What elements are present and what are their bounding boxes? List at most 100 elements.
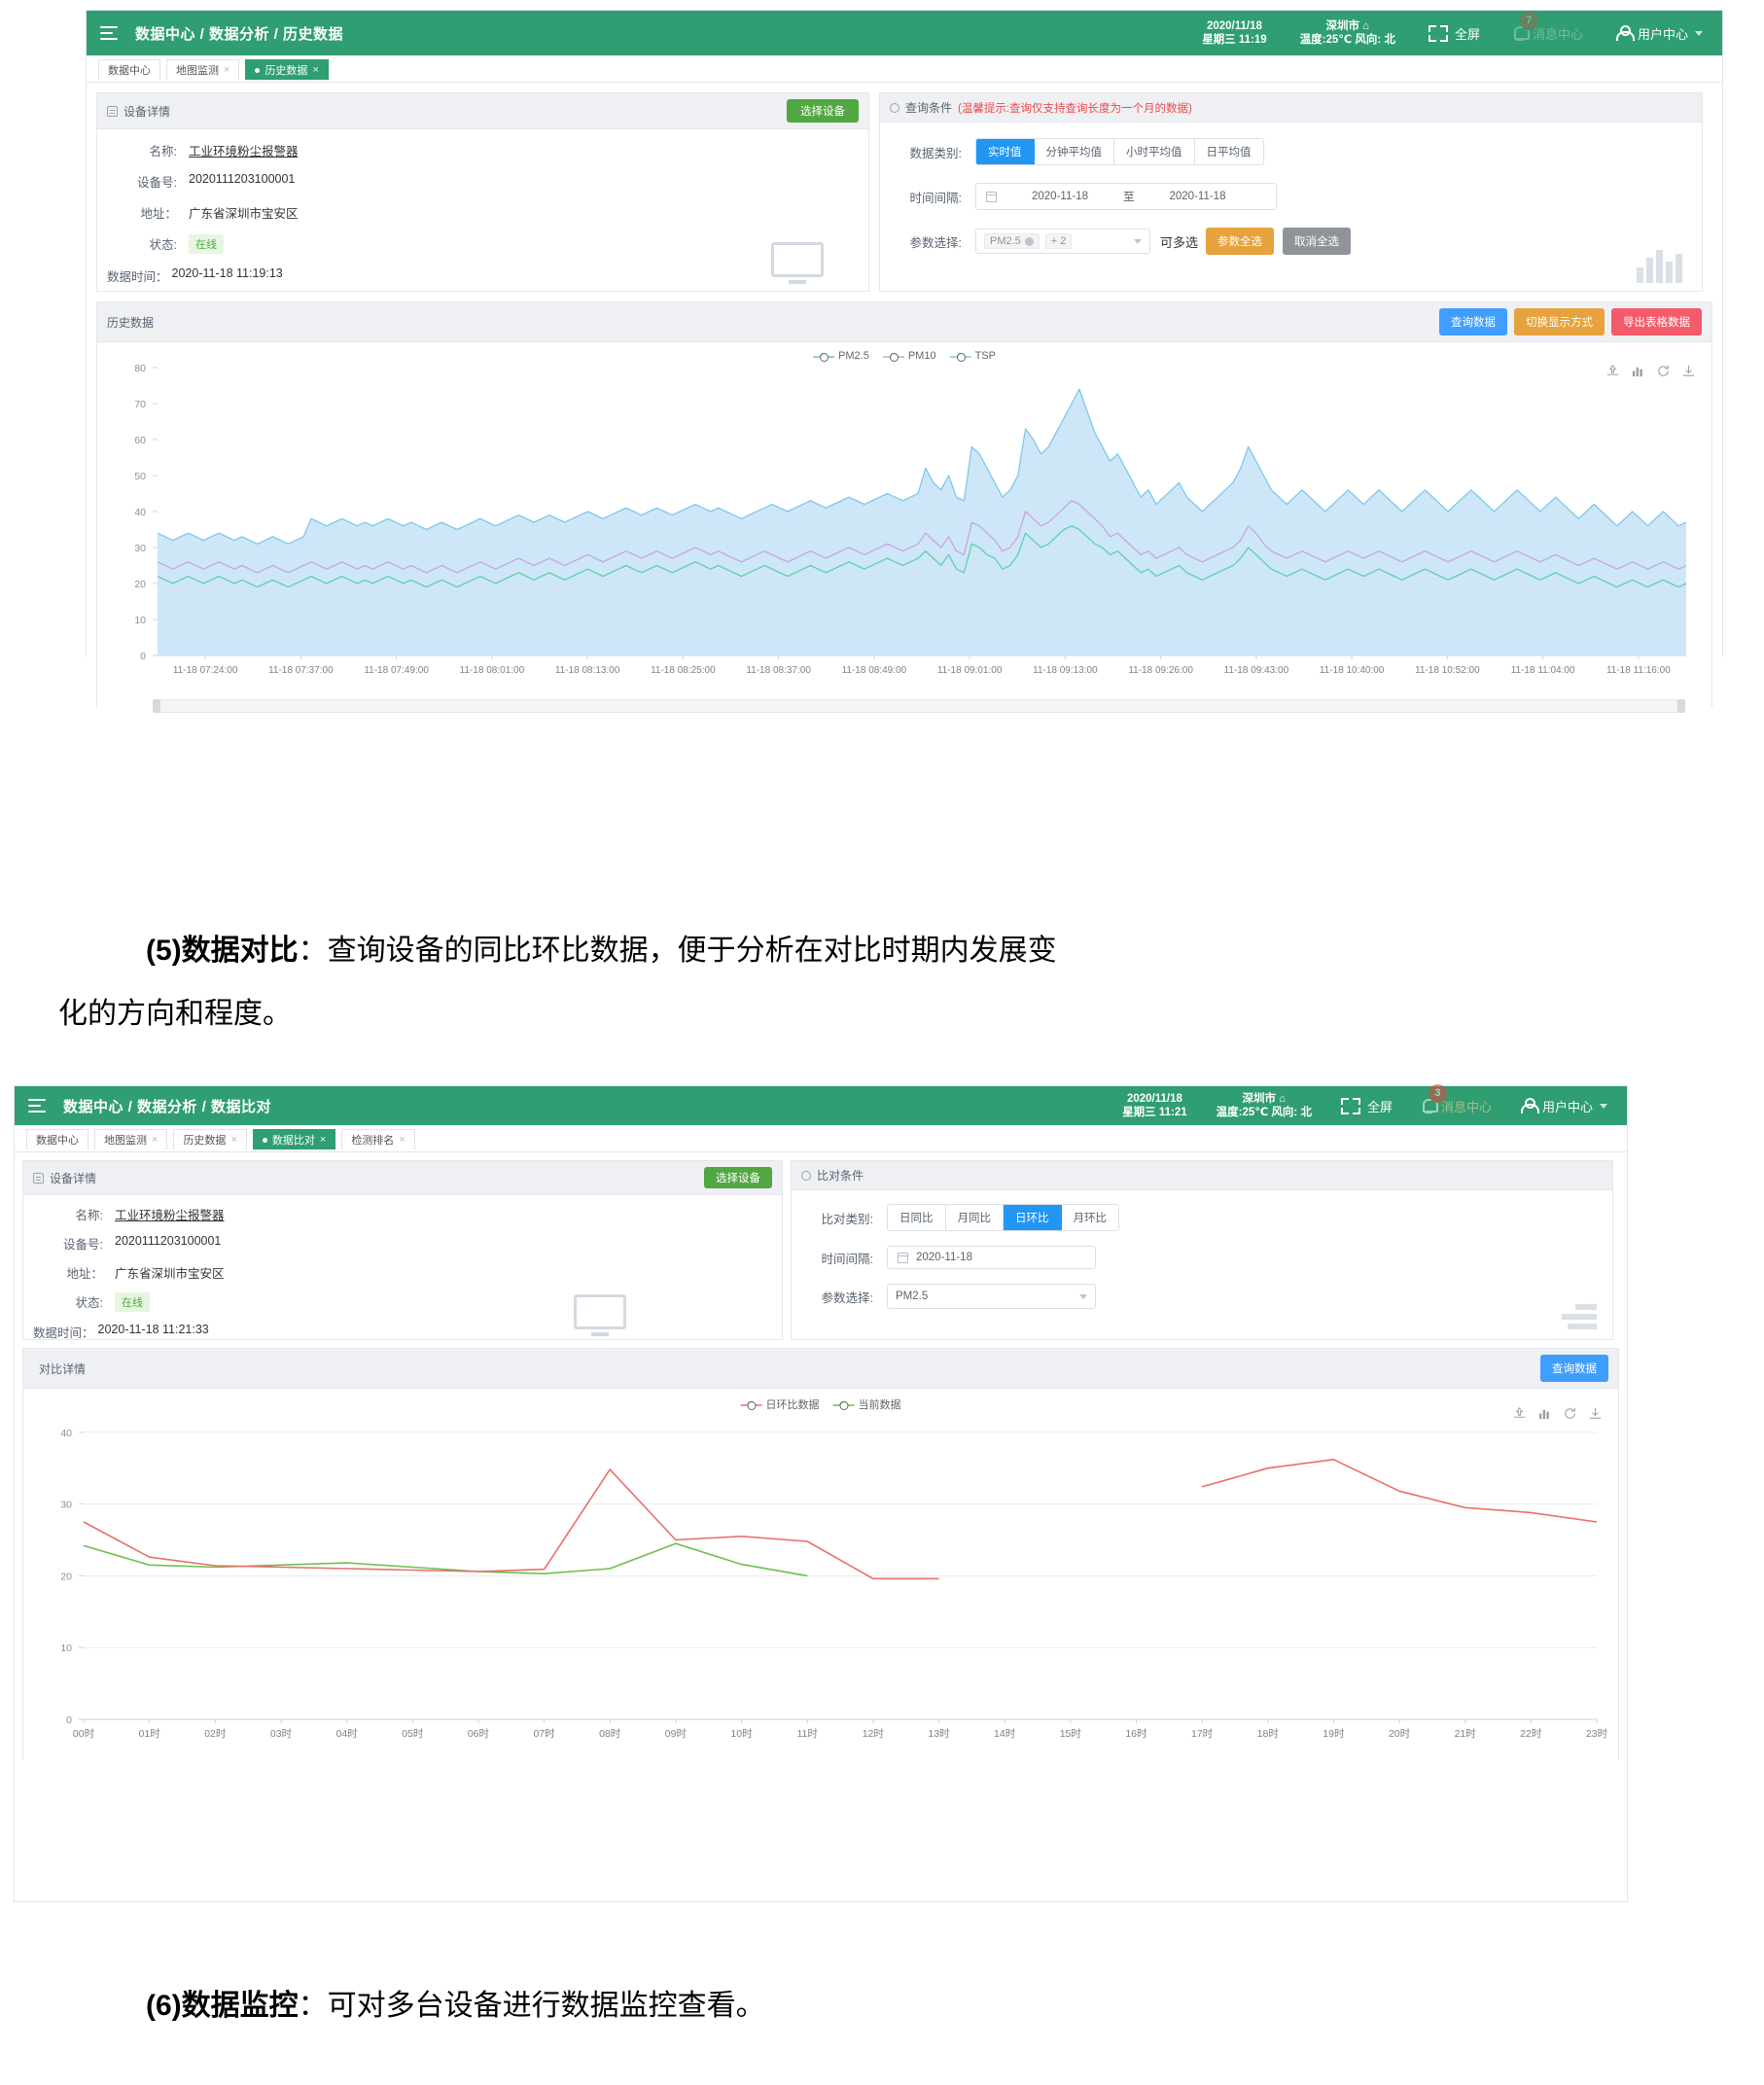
export-table-button[interactable]: 导出表格数据	[1611, 308, 1702, 336]
hamburger-icon[interactable]	[28, 1098, 48, 1113]
history-chart-toolbox[interactable]	[1605, 364, 1696, 378]
select-all-params-button[interactable]: 参数全选	[1206, 228, 1274, 255]
close-icon[interactable]: ×	[152, 1134, 158, 1146]
select-device-button[interactable]: 选择设备	[704, 1167, 772, 1188]
header-date: 2020/11/18	[1122, 1092, 1186, 1106]
compare-date-value: 2020-11-18	[916, 1252, 972, 1263]
segment-option-0[interactable]: 实时值	[976, 139, 1035, 164]
legend-item-1[interactable]: PM10	[883, 350, 936, 362]
svg-text:19时: 19时	[1323, 1728, 1345, 1740]
segment-option-2[interactable]: 日环比	[1004, 1205, 1062, 1230]
device-field-row: 设备号: 2020111203100001	[97, 172, 868, 191]
compare-chart-legend[interactable]: 日环比数据当前数据	[741, 1396, 901, 1412]
datetime-block: 2020/11/18 星期三 11:21	[1122, 1092, 1186, 1120]
breadcrumb: 数据中心 / 数据分析 / 数据比对	[63, 1096, 271, 1116]
tab-label: 历史数据	[183, 1132, 226, 1148]
param-multiselect[interactable]: PM2.5 + 2	[975, 229, 1150, 254]
svg-text:16时: 16时	[1125, 1728, 1147, 1740]
fullscreen-button[interactable]: 全屏	[1429, 24, 1480, 43]
close-icon[interactable]: ×	[320, 1134, 326, 1146]
close-icon[interactable]: ×	[399, 1134, 405, 1146]
param-select-label: 参数选择:	[894, 232, 975, 251]
clear-all-params-button[interactable]: 取消全选	[1283, 228, 1351, 255]
svg-text:22时: 22时	[1520, 1728, 1542, 1740]
chevron-down-icon	[1134, 239, 1142, 244]
svg-text:40: 40	[134, 507, 146, 518]
tab-1[interactable]: 地图监测×	[94, 1129, 167, 1149]
tab-3[interactable]: 数据比对×	[253, 1129, 335, 1149]
datazoom-handle-left[interactable]	[153, 699, 160, 713]
tab-1[interactable]: 地图监测×	[166, 59, 239, 80]
tab-0[interactable]: 数据中心	[26, 1129, 88, 1149]
compare-query-button[interactable]: 查询数据	[1540, 1355, 1608, 1382]
user-center-button[interactable]: 用户中心	[1616, 24, 1703, 43]
compare-category-segmented[interactable]: 日同比月同比日环比月环比	[887, 1204, 1119, 1231]
segment-option-3[interactable]: 日平均值	[1195, 139, 1263, 164]
svg-text:10时: 10时	[730, 1728, 753, 1740]
legend-item-2[interactable]: TSP	[950, 350, 996, 362]
svg-text:11-18 08:01:00: 11-18 08:01:00	[460, 665, 525, 676]
query-data-button[interactable]: 查询数据	[1439, 308, 1507, 336]
message-badge: 3	[1429, 1084, 1447, 1103]
param-select-row: 参数选择: PM2.5 + 2 可多选 参数全选 取消全选	[880, 228, 1702, 255]
segment-option-2[interactable]: 小时平均值	[1114, 139, 1195, 164]
svg-text:11-18 09:01:00: 11-18 09:01:00	[937, 665, 1003, 676]
tab-2[interactable]: 历史数据×	[245, 59, 328, 80]
svg-text:21时: 21时	[1455, 1728, 1477, 1740]
chart-datazoom-scrollbar[interactable]	[156, 699, 1682, 713]
device-detail-body: 名称: 工业环境粉尘报警器 设备号: 2020111203100001 地址： …	[23, 1195, 782, 1360]
datetime-block: 2020/11/18 星期三 11:19	[1202, 19, 1266, 48]
device-detail-header: 设备详情 选择设备	[23, 1161, 782, 1195]
download-icon	[1681, 364, 1696, 378]
close-icon[interactable]: ×	[312, 64, 318, 76]
svg-text:15时: 15时	[1060, 1728, 1082, 1740]
multi-select-hint: 可多选	[1160, 232, 1198, 251]
param-tag[interactable]: PM2.5	[984, 233, 1040, 249]
calendar-icon	[986, 192, 997, 202]
svg-text:20时: 20时	[1389, 1728, 1411, 1740]
toggle-display-button[interactable]: 切换显示方式	[1514, 308, 1605, 336]
message-center-button[interactable]: 消息中心 3	[1422, 1097, 1492, 1115]
fullscreen-icon	[1341, 1098, 1360, 1114]
segment-option-0[interactable]: 日同比	[888, 1205, 946, 1230]
tab-0[interactable]: 数据中心	[98, 59, 160, 80]
weather-block: 深圳市 ⌂ 温度:25℃ 风向: 北	[1217, 1092, 1312, 1120]
close-icon[interactable]: ×	[230, 1134, 236, 1146]
date-range-input[interactable]: 2020-11-18 至 2020-11-18	[975, 183, 1277, 210]
svg-text:12时: 12时	[863, 1728, 885, 1740]
device-field-row: 地址： 广东省深圳市宝安区	[23, 1263, 782, 1282]
tab-2[interactable]: 历史数据 ×	[173, 1129, 246, 1149]
svg-text:11-18 09:26:00: 11-18 09:26:00	[1128, 665, 1193, 676]
legend-item-0[interactable]: PM2.5	[813, 350, 869, 362]
bar-chart-decoration-icon	[1637, 250, 1682, 283]
svg-text:11-18 08:37:00: 11-18 08:37:00	[746, 665, 811, 676]
status-badge: 在线	[189, 234, 224, 254]
grid-decoration-icon	[1562, 1304, 1597, 1329]
hamburger-icon[interactable]	[100, 25, 120, 41]
svg-text:0: 0	[140, 651, 146, 662]
message-center-button[interactable]: 消息中心 7	[1513, 24, 1583, 43]
legend-item-1[interactable]: 当前数据	[833, 1396, 901, 1412]
device-name-value[interactable]: 工业环境粉尘报警器	[189, 141, 299, 159]
compare-chart-toolbox[interactable]	[1512, 1406, 1603, 1421]
history-chart-legend[interactable]: PM2.5 PM10 TSP	[813, 350, 996, 362]
segment-option-1[interactable]: 月同比	[946, 1205, 1005, 1230]
user-center-button[interactable]: 用户中心	[1521, 1097, 1607, 1115]
tab-4[interactable]: 检测排名×	[341, 1129, 414, 1149]
legend-item-0[interactable]: 日环比数据	[741, 1396, 820, 1412]
segment-option-1[interactable]: 分钟平均值	[1035, 139, 1115, 164]
close-icon[interactable]	[1025, 237, 1034, 246]
compare-date-input[interactable]: 2020-11-18	[887, 1246, 1096, 1269]
select-device-button[interactable]: 选择设备	[787, 99, 859, 123]
device-name-value[interactable]: 工业环境粉尘报警器	[115, 1205, 225, 1223]
fullscreen-button[interactable]: 全屏	[1341, 1097, 1393, 1115]
compare-param-select[interactable]: PM2.5	[887, 1284, 1096, 1309]
data-category-segmented[interactable]: 实时值分钟平均值小时平均值日平均值	[975, 138, 1264, 165]
compare-condition-title: 比对条件	[817, 1167, 864, 1184]
datazoom-handle-right[interactable]	[1677, 699, 1685, 713]
device-status-label: 状态:	[119, 234, 189, 254]
close-icon[interactable]: ×	[224, 64, 229, 76]
segment-option-3[interactable]: 月环比	[1062, 1205, 1119, 1230]
device-name-label: 名称:	[45, 1205, 115, 1223]
legend-label: TSP	[975, 350, 996, 362]
